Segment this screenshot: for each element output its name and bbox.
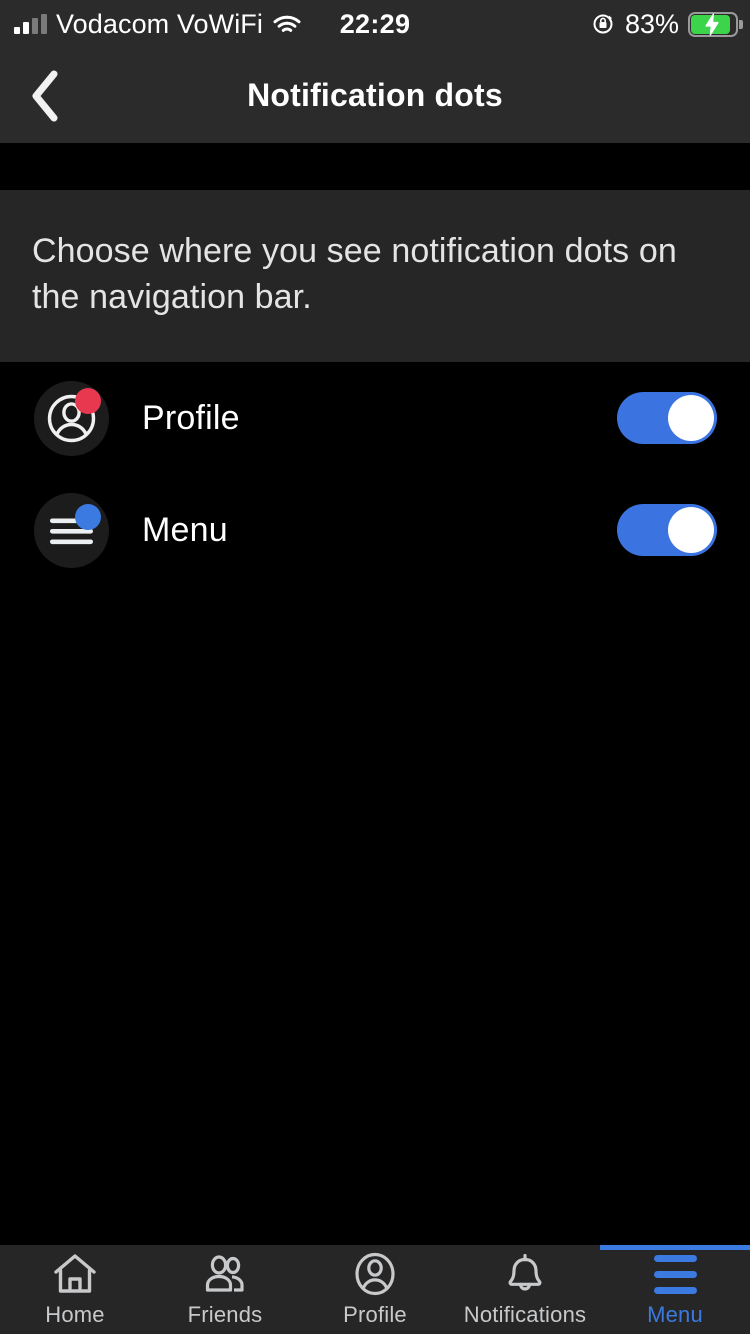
description-panel: Choose where you see notification dots o… xyxy=(0,190,750,362)
clock-label: 22:29 xyxy=(339,8,411,39)
hamburger-menu-icon xyxy=(34,492,109,568)
friends-icon xyxy=(201,1251,249,1297)
description-text: Choose where you see notification dots o… xyxy=(32,232,677,316)
red-notification-dot xyxy=(75,387,101,414)
nav-label-profile: Profile xyxy=(343,1302,407,1327)
settings-list: Profile Menu xyxy=(0,362,750,586)
setting-row-profile[interactable]: Profile xyxy=(0,362,750,474)
page-header: Notification dots xyxy=(0,48,750,143)
nav-tab-menu[interactable]: Menu xyxy=(600,1245,750,1334)
setting-label-profile: Profile xyxy=(142,398,240,437)
nav-label-friends: Friends xyxy=(187,1302,263,1327)
app-screen: Vodacom VoWiFi 22:29 83% Notification do… xyxy=(0,0,750,1334)
nav-label-home: Home xyxy=(45,1302,105,1327)
battery-charging-icon xyxy=(688,11,743,37)
nav-label-notifications: Notifications xyxy=(463,1302,587,1327)
toggle-profile[interactable] xyxy=(617,392,717,444)
setting-row-menu[interactable]: Menu xyxy=(0,474,750,586)
bottom-navigation-bar: Home Friends Profile Notifications Menu xyxy=(0,1245,750,1334)
chevron-left-icon xyxy=(29,70,61,122)
nav-tab-profile[interactable]: Profile xyxy=(300,1245,450,1334)
nav-tab-friends[interactable]: Friends xyxy=(150,1245,300,1334)
profile-icon xyxy=(352,1251,398,1297)
toggle-knob xyxy=(668,507,714,553)
page-title: Notification dots xyxy=(247,77,503,113)
active-indicator xyxy=(600,1245,750,1250)
back-button[interactable] xyxy=(0,48,90,143)
blue-notification-dot xyxy=(75,503,101,530)
hamburger-icon xyxy=(653,1251,697,1297)
toggle-knob xyxy=(668,395,714,441)
nav-tab-home[interactable]: Home xyxy=(0,1245,150,1334)
home-icon xyxy=(52,1251,98,1297)
nav-tab-notifications[interactable]: Notifications xyxy=(450,1245,600,1334)
setting-label-menu: Menu xyxy=(142,510,228,549)
status-bar: Vodacom VoWiFi 22:29 83% xyxy=(0,0,750,48)
profile-avatar-icon xyxy=(34,380,109,456)
bell-icon xyxy=(503,1251,547,1297)
nav-label-menu: Menu xyxy=(647,1302,703,1327)
toggle-menu[interactable] xyxy=(617,504,717,556)
